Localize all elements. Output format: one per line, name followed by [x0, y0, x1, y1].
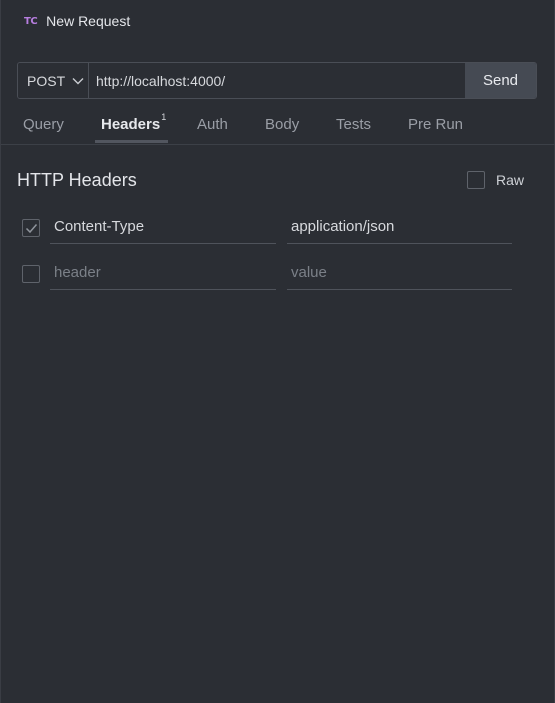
send-button[interactable]: Send	[465, 63, 536, 98]
header-key-input[interactable]: Content-Type	[50, 209, 276, 244]
tab-body-label: Body	[265, 116, 300, 133]
new-header-key-input[interactable]: header	[50, 255, 276, 290]
tab-query[interactable]: Query	[23, 108, 64, 145]
method-select[interactable]: POST	[18, 63, 89, 98]
request-bar: POST Send	[17, 62, 537, 99]
raw-checkbox[interactable]	[467, 171, 485, 189]
url-input[interactable]	[89, 63, 465, 98]
raw-toggle[interactable]: Raw	[467, 171, 524, 189]
tab-pre-run[interactable]: Pre Run	[408, 108, 463, 145]
checkmark-icon	[25, 223, 37, 233]
tab-auth[interactable]: Auth	[197, 108, 228, 145]
tab-tests-label: Tests	[336, 116, 372, 133]
header-row-new: header value	[1, 255, 555, 301]
new-header-checkbox[interactable]	[22, 265, 40, 283]
tab-body[interactable]: Body	[265, 108, 299, 145]
tab-tests[interactable]: Tests	[336, 108, 371, 145]
request-tabs: Query Headers 1 Auth Body Tests Pre Run	[1, 108, 555, 145]
method-label: POST	[27, 72, 66, 89]
new-header-value-input[interactable]: value	[287, 255, 512, 290]
tab-auth-label: Auth	[197, 116, 228, 133]
tab-pre-run-label: Pre Run	[408, 116, 464, 133]
tab-query-label: Query	[23, 116, 64, 133]
title-bar: TC New Request	[1, 0, 554, 42]
app-window: TC New Request POST Send Query Headers 1…	[0, 0, 555, 703]
headers-count-badge: 1	[161, 112, 167, 122]
header-enabled-checkbox[interactable]	[22, 219, 40, 237]
app-logo: TC	[24, 15, 38, 27]
section-title: HTTP Headers	[17, 170, 137, 190]
header-row: Content-Type application/json	[1, 209, 555, 255]
window-title: New Request	[46, 13, 131, 29]
raw-label: Raw	[496, 172, 525, 188]
tab-headers-label: Headers	[101, 116, 161, 133]
header-value-input[interactable]: application/json	[287, 209, 512, 244]
active-tab-indicator	[95, 140, 168, 143]
chevron-down-icon	[72, 77, 84, 84]
